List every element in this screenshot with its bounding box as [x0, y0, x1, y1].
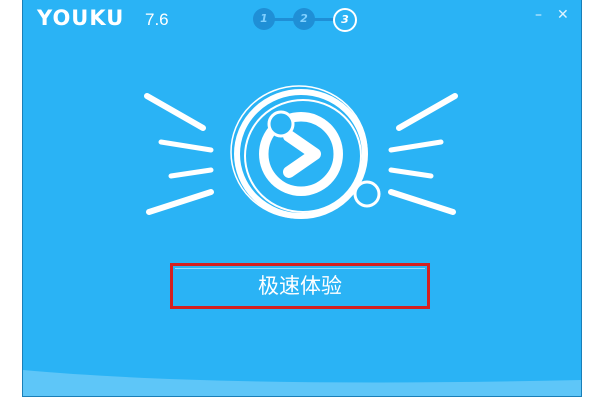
quick-experience-button[interactable]: 极速体验 [170, 263, 430, 309]
minimize-button[interactable]: – [535, 8, 542, 22]
satellite-dot [353, 180, 381, 208]
satellite-dot [267, 110, 295, 138]
version-label: 7.6 [145, 10, 169, 29]
youku-logo: YOUKU [37, 6, 125, 30]
installer-window: YOUKU 7.6 1 2 3 – ✕ 极速体验 [22, 0, 582, 397]
youku-play-logo-icon [144, 85, 458, 219]
step-1: 1 [253, 8, 275, 30]
left-speed-lines [144, 93, 214, 215]
step-2: 2 [293, 8, 315, 30]
bottom-wave [23, 370, 581, 396]
step-3-active: 3 [333, 8, 357, 32]
step-indicator: 1 2 3 [249, 8, 359, 34]
quick-experience-label: 极速体验 [258, 274, 342, 298]
close-button[interactable]: ✕ [557, 8, 569, 22]
right-speed-lines [388, 93, 458, 215]
